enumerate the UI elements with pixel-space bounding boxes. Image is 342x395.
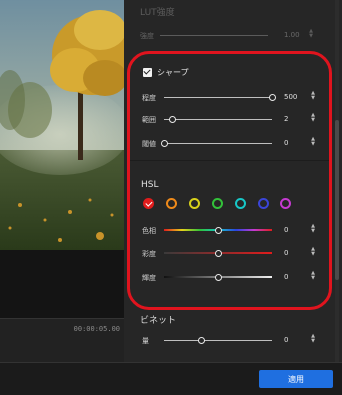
vignette-amount-stepper[interactable]: ▲ ▼ — [310, 334, 316, 344]
lut-strength-label: 強度 — [140, 32, 154, 40]
lut-title: LUT強度 — [140, 8, 175, 18]
vignette-title: ビネット — [140, 316, 177, 326]
lut-strength-slider[interactable] — [160, 35, 268, 36]
panel-scrollbar-thumb[interactable] — [335, 120, 339, 280]
preview-image — [0, 0, 124, 250]
highlight-frame — [127, 51, 332, 310]
vignette-amount-slider[interactable] — [164, 340, 272, 341]
lut-strength-value[interactable]: 1.00 — [284, 31, 300, 39]
timeline-bar[interactable]: 00:00:05.00 — [0, 318, 124, 363]
vignette-amount-label: 量 — [142, 337, 149, 345]
timecode: 00:00:05.00 — [73, 325, 120, 333]
panel-scrollbar[interactable] — [335, 0, 339, 362]
lut-strength-stepper[interactable]: ▲ ▼ — [308, 29, 314, 39]
vignette-amount-value[interactable]: 0 — [284, 336, 288, 344]
preview-empty-area — [0, 250, 124, 318]
apply-button[interactable]: 適用 — [259, 370, 333, 388]
video-preview — [0, 0, 124, 250]
